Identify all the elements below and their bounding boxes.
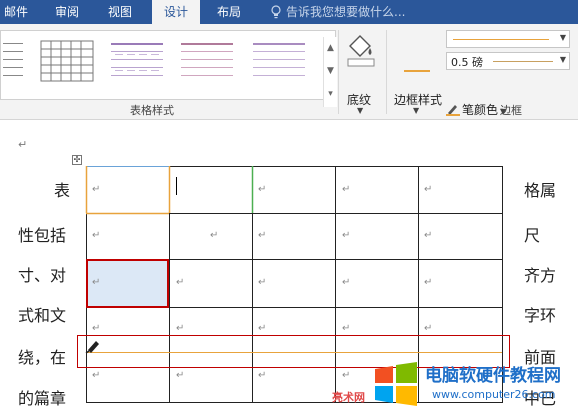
watermark-brand: 电脑软硬件教程网 [425,366,561,386]
cell-end-mark: ↵ [342,370,351,381]
cell-end-mark: ↵ [92,370,101,381]
cell-end-mark: ↵ [258,184,267,195]
cell-end-mark: ↵ [424,323,433,334]
border-painter-icon [85,341,99,354]
cell-end-mark: ↵ [92,230,101,241]
cell-end-mark: ↵ [258,277,267,288]
cell-end-mark: ↵ [176,277,185,288]
cell-end-mark: ↵ [342,230,351,241]
text-cursor [176,177,177,195]
cell-end-mark: ↵ [258,370,267,381]
cell-end-mark: ↵ [258,230,267,241]
watermark-left-text: 亮术网 [332,391,365,404]
cell-end-mark: ↵ [176,323,185,334]
cell-end-mark: ↵ [210,230,219,241]
cell-end-mark: ↵ [424,230,433,241]
cell-end-mark: ↵ [258,323,267,334]
word-window: 邮件 审阅 视图 设计 布局 告诉我您想要做什么... ▲ ▼ ▾ 表格样式 底… [0,0,578,414]
windows-logo-icon [375,362,417,406]
cell-end-mark: ↵ [92,323,101,334]
watermark-url: www.computer26.com [432,388,556,401]
cell-end-mark: ↵ [424,277,433,288]
cell-end-mark: ↵ [342,184,351,195]
cell-end-mark: ↵ [176,370,185,381]
cell-end-mark: ↵ [92,184,101,195]
cell-end-mark: ↵ [92,277,101,288]
cell-end-mark: ↵ [424,184,433,195]
cell-end-mark: ↵ [342,277,351,288]
word-table[interactable] [0,0,578,414]
cell-end-mark: ↵ [342,323,351,334]
